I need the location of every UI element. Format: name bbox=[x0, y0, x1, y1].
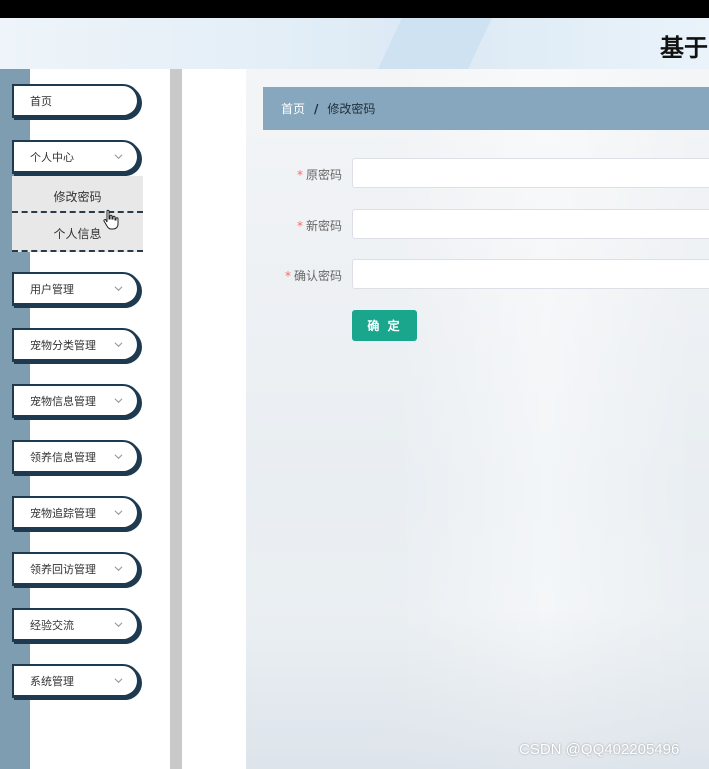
sidebar-item-label: 用户管理 bbox=[30, 282, 74, 296]
app-header: 基于 bbox=[0, 18, 709, 69]
sidebar-item-system-management[interactable]: 系统管理 bbox=[12, 664, 140, 698]
sidebar-item-home[interactable]: 首页 bbox=[12, 84, 140, 118]
sidebar-item-pet-info-management[interactable]: 宠物信息管理 bbox=[12, 384, 140, 418]
sidebar-item-personal-center[interactable]: 个人中心 bbox=[12, 140, 140, 174]
new-password-label: * 新密码 bbox=[252, 217, 342, 234]
required-mark: * bbox=[296, 219, 303, 233]
sidebar-item-label: 首页 bbox=[30, 94, 52, 108]
chevron-down-icon bbox=[114, 286, 123, 292]
sidebar-item-label: 宠物追踪管理 bbox=[30, 506, 96, 520]
field-label-text: 确认密码 bbox=[293, 269, 342, 283]
sidebar-item-label: 宠物分类管理 bbox=[30, 338, 96, 352]
breadcrumb-separator: / bbox=[314, 101, 319, 116]
old-password-label: * 原密码 bbox=[252, 166, 342, 183]
old-password-input[interactable] bbox=[352, 158, 709, 188]
chevron-down-icon bbox=[114, 398, 123, 404]
chevron-down-icon bbox=[114, 454, 123, 460]
chevron-down-icon bbox=[114, 622, 123, 628]
header-decoration bbox=[378, 18, 492, 69]
sidebar-item-label: 领养回访管理 bbox=[30, 562, 96, 576]
sidebar-item-pet-category-management[interactable]: 宠物分类管理 bbox=[12, 328, 140, 362]
chevron-down-icon bbox=[114, 154, 123, 160]
field-label-text: 新密码 bbox=[305, 219, 342, 233]
sidebar-item-adoption-followup-management[interactable]: 领养回访管理 bbox=[12, 552, 140, 586]
sidebar-item-label: 个人中心 bbox=[30, 150, 74, 164]
hand-pointer-icon bbox=[103, 209, 119, 230]
required-mark: * bbox=[296, 168, 303, 182]
chevron-down-icon bbox=[114, 510, 123, 516]
submenu-divider bbox=[12, 211, 143, 213]
sidebar-item-experience-exchange[interactable]: 经验交流 bbox=[12, 608, 140, 642]
sidebar-item-label: 经验交流 bbox=[30, 618, 74, 632]
submenu-item-change-password[interactable]: 修改密码 bbox=[12, 178, 143, 214]
breadcrumb-current: 修改密码 bbox=[327, 102, 376, 116]
new-password-input[interactable] bbox=[352, 209, 709, 239]
sidebar-item-pet-tracking-management[interactable]: 宠物追踪管理 bbox=[12, 496, 140, 530]
sidebar-divider bbox=[170, 69, 182, 769]
submenu-item-label: 修改密码 bbox=[53, 189, 102, 204]
submenu-item-label: 个人信息 bbox=[53, 226, 102, 241]
confirm-button[interactable]: 确 定 bbox=[352, 310, 417, 341]
personal-center-submenu: 修改密码 个人信息 bbox=[12, 176, 143, 252]
watermark: CSDN @QQ402205496 bbox=[519, 741, 680, 758]
confirm-password-input[interactable] bbox=[352, 259, 709, 289]
confirm-password-label: * 确认密码 bbox=[252, 267, 342, 284]
chevron-down-icon bbox=[114, 342, 123, 348]
window-top-bar bbox=[0, 0, 709, 18]
submenu-item-personal-info[interactable]: 个人信息 bbox=[12, 215, 143, 251]
content-gutter bbox=[182, 69, 246, 769]
sidebar-item-label: 宠物信息管理 bbox=[30, 394, 96, 408]
breadcrumb-home-link[interactable]: 首页 bbox=[281, 100, 305, 117]
field-label-text: 原密码 bbox=[305, 168, 342, 182]
sidebar-item-label: 系统管理 bbox=[30, 674, 74, 688]
chevron-down-icon bbox=[114, 678, 123, 684]
sidebar-item-label: 领养信息管理 bbox=[30, 450, 96, 464]
sidebar-item-user-management[interactable]: 用户管理 bbox=[12, 272, 140, 306]
chevron-down-icon bbox=[114, 566, 123, 572]
app-title: 基于 bbox=[660, 34, 708, 62]
sidebar-item-adoption-info-management[interactable]: 领养信息管理 bbox=[12, 440, 140, 474]
required-mark: * bbox=[284, 269, 291, 283]
submenu-divider bbox=[12, 250, 143, 252]
breadcrumb: 首页 / 修改密码 bbox=[263, 87, 709, 130]
